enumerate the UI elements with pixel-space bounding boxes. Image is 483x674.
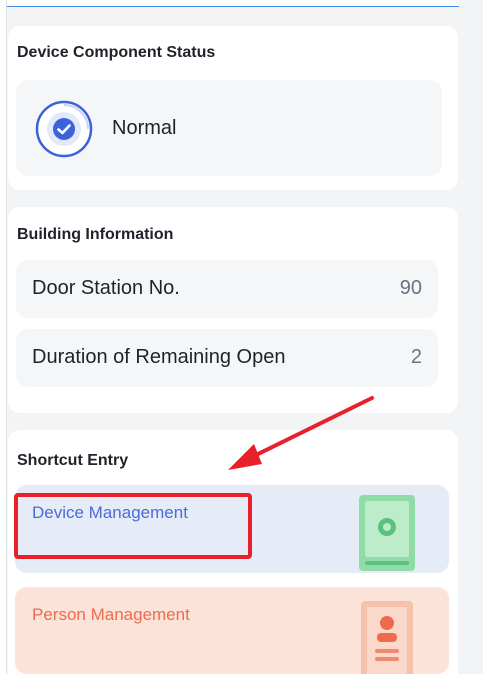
door-station-row[interactable]: Door Station No. 90 bbox=[16, 260, 438, 318]
person-management-button[interactable]: Person Management bbox=[15, 587, 449, 674]
person-card-icon bbox=[361, 601, 413, 674]
section-title: Shortcut Entry bbox=[17, 452, 129, 469]
section-title: Device Component Status bbox=[17, 44, 216, 61]
annotation-arrow-icon bbox=[228, 396, 374, 470]
person-management-label: Person Management bbox=[32, 605, 190, 624]
section-title: Building Information bbox=[17, 226, 174, 243]
door-station-value: 90 bbox=[399, 277, 422, 299]
right-gutter bbox=[459, 0, 483, 674]
building-information-card: Building Information Door Station No. 90… bbox=[8, 207, 458, 413]
door-station-icon bbox=[359, 495, 415, 571]
status-text: Normal bbox=[112, 117, 177, 139]
window-top-border bbox=[0, 0, 483, 7]
remaining-open-duration-row[interactable]: Duration of Remaining Open 2 bbox=[16, 329, 438, 387]
highlight-annotation-box bbox=[14, 493, 252, 559]
door-station-label: Door Station No. bbox=[32, 277, 180, 299]
remaining-open-duration-label: Duration of Remaining Open bbox=[32, 346, 286, 368]
remaining-open-duration-value: 2 bbox=[410, 346, 422, 368]
window-left-border bbox=[0, 0, 7, 674]
device-component-status-card: Device Component Status Normal bbox=[8, 26, 458, 190]
check-circle-icon bbox=[35, 100, 93, 158]
status-box: Normal bbox=[16, 80, 442, 176]
